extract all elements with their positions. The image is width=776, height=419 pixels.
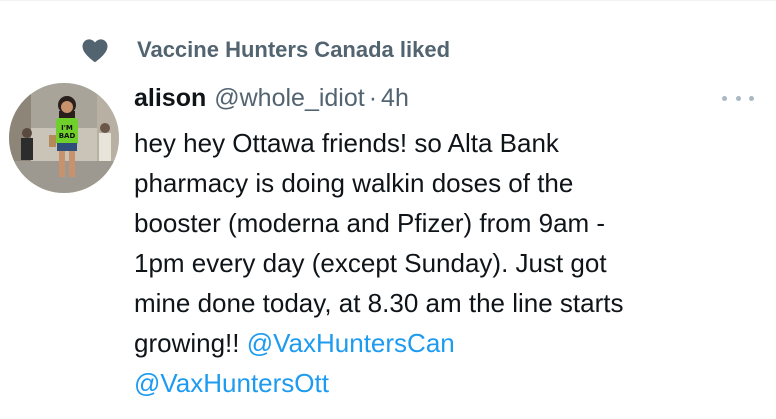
tweet-card[interactable]: Vaccine Hunters Canada liked I'M BAD ali… [0, 0, 776, 419]
tweet-line-text: growing!! [134, 328, 247, 358]
display-name[interactable]: alison [134, 83, 206, 113]
heart-icon [80, 35, 110, 65]
mention-link[interactable]: @VaxHuntersOtt [134, 368, 329, 398]
tweet-line: growing!! @VaxHuntersCan [134, 323, 764, 363]
more-icon[interactable] [722, 87, 754, 109]
social-context-text[interactable]: Vaccine Hunters Canada liked [137, 37, 450, 63]
tweet-line: 1pm every day (except Sunday). Just got [134, 248, 607, 278]
svg-text:BAD: BAD [59, 132, 76, 140]
tweet-line: hey hey Ottawa friends! so Alta Bank [134, 128, 559, 158]
mention-link[interactable]: @VaxHuntersCan [247, 328, 455, 358]
tweet-line: booster (moderna and Pfizer) from 9am - [134, 208, 606, 238]
tweet-line: pharmacy is doing walkin doses of the [134, 168, 574, 198]
tweet-line: @VaxHuntersOtt [134, 363, 764, 403]
tweet-line: mine done today, at 8.30 am the line sta… [134, 288, 624, 318]
user-handle[interactable]: @whole_idiot [214, 83, 364, 113]
svg-text:I'M: I'M [61, 124, 73, 132]
social-context: Vaccine Hunters Canada liked [80, 35, 450, 65]
tweet-header: alison @whole_idiot · 4h [134, 83, 409, 113]
timestamp[interactable]: 4h [381, 83, 409, 113]
tweet-text: hey hey Ottawa friends! so Alta Bank pha… [134, 123, 764, 403]
avatar[interactable]: I'M BAD [9, 83, 119, 193]
separator-dot: · [368, 84, 378, 112]
